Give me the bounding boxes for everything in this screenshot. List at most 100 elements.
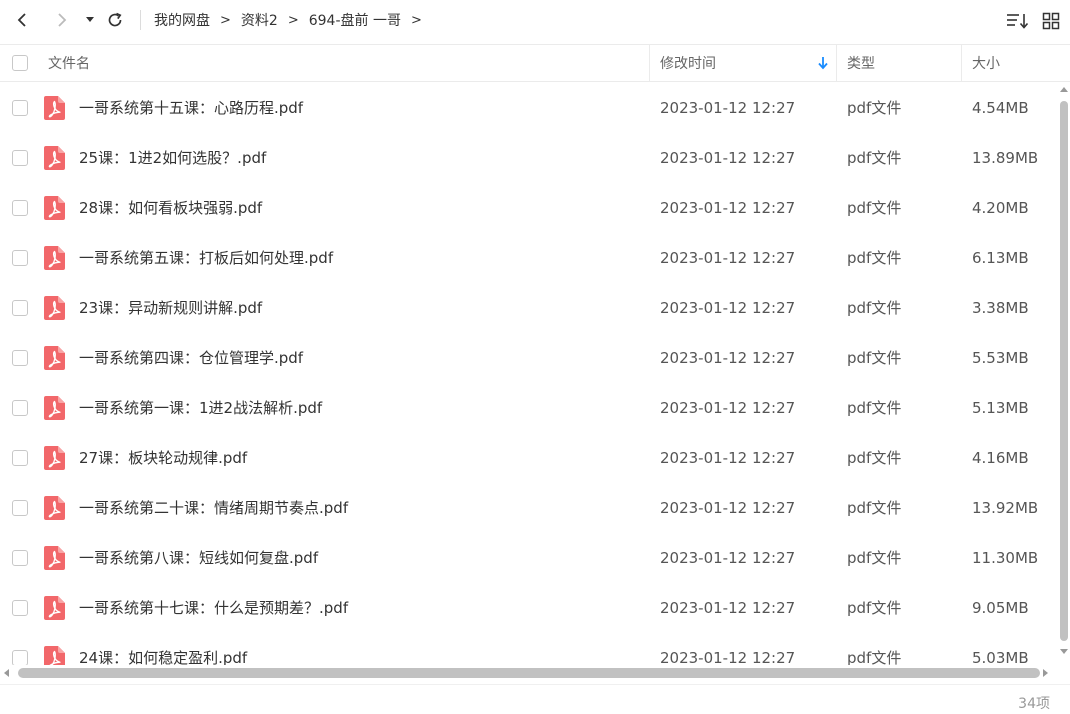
row-checkbox[interactable] bbox=[12, 650, 28, 665]
file-size: 9.05MB bbox=[972, 599, 1029, 617]
grid-view-button[interactable] bbox=[1041, 11, 1061, 31]
row-checkbox[interactable] bbox=[12, 600, 28, 616]
file-row[interactable]: 27课：板块轮动规律.pdf 2023-01-12 12:27 pdf文件 4.16M… bbox=[0, 433, 1058, 483]
pdf-file-icon bbox=[44, 496, 65, 520]
file-row[interactable]: 23课：异动新规则讲解.pdf 2023-01-12 12:27 pdf文件 3.38… bbox=[0, 283, 1058, 333]
file-row[interactable]: 一哥系统第五课：打板后如何处理.pdf 2023-01-12 12:27 pdf文件… bbox=[0, 233, 1058, 283]
file-name[interactable]: 一哥系统第四课：仓位管理学.pdf bbox=[79, 333, 303, 383]
row-checkbox[interactable] bbox=[12, 200, 28, 216]
column-divider[interactable] bbox=[649, 45, 650, 81]
file-name[interactable]: 23课：异动新规则讲解.pdf bbox=[79, 283, 262, 333]
row-checkbox[interactable] bbox=[12, 250, 28, 266]
vertical-scroll-thumb[interactable] bbox=[1060, 101, 1068, 641]
file-row[interactable]: 一哥系统第十五课：心路历程.pdf 2023-01-12 12:27 pdf文件 4.… bbox=[0, 83, 1058, 133]
row-checkbox[interactable] bbox=[12, 400, 28, 416]
horizontal-scrollbar[interactable] bbox=[0, 665, 1058, 681]
row-checkbox[interactable] bbox=[12, 500, 28, 516]
file-list-header: 文件名 修改时间 类型 大小 bbox=[0, 44, 1070, 82]
file-name[interactable]: 一哥系统第五课：打板后如何处理.pdf bbox=[79, 233, 333, 283]
sort-button[interactable] bbox=[1005, 10, 1029, 32]
file-modified-time: 2023-01-12 12:27 bbox=[660, 99, 796, 117]
toolbar-divider bbox=[140, 10, 141, 30]
file-modified-time: 2023-01-12 12:27 bbox=[660, 649, 796, 665]
file-modified-time: 2023-01-12 12:27 bbox=[660, 249, 796, 267]
breadcrumb-separator: > bbox=[220, 12, 231, 28]
breadcrumb-item-root[interactable]: 我的网盘 bbox=[153, 10, 211, 30]
toolbar: 我的网盘 > 资料2 > 694-盘前 一哥 > bbox=[0, 0, 1070, 42]
file-row[interactable]: 一哥系统第四课：仓位管理学.pdf 2023-01-12 12:27 pdf文件 5.… bbox=[0, 333, 1058, 383]
pdf-file-icon bbox=[44, 246, 65, 270]
breadcrumb: 我的网盘 > 资料2 > 694-盘前 一哥 > bbox=[153, 9, 431, 31]
select-all-checkbox[interactable] bbox=[12, 55, 28, 71]
breadcrumb-separator[interactable]: > bbox=[411, 13, 422, 28]
file-name[interactable]: 28课：如何看板块强弱.pdf bbox=[79, 183, 262, 233]
file-name[interactable]: 一哥系统第八课：短线如何复盘.pdf bbox=[79, 533, 318, 583]
scroll-left-arrow-icon[interactable] bbox=[4, 669, 9, 677]
file-size: 5.13MB bbox=[972, 399, 1029, 417]
column-header-modified[interactable]: 修改时间 bbox=[660, 45, 716, 81]
column-header-type[interactable]: 类型 bbox=[847, 45, 875, 81]
file-size: 4.54MB bbox=[972, 99, 1029, 117]
file-name[interactable]: 24课：如何稳定盈利.pdf bbox=[79, 633, 247, 665]
scroll-right-arrow-icon[interactable] bbox=[1043, 669, 1048, 677]
file-name[interactable]: 一哥系统第一课：1进2战法解析.pdf bbox=[79, 383, 322, 433]
file-type: pdf文件 bbox=[847, 99, 902, 117]
file-type: pdf文件 bbox=[847, 249, 902, 267]
row-checkbox[interactable] bbox=[12, 300, 28, 316]
row-checkbox[interactable] bbox=[12, 350, 28, 366]
history-dropdown-button[interactable] bbox=[83, 8, 97, 32]
file-type: pdf文件 bbox=[847, 149, 902, 167]
caret-down-icon bbox=[86, 17, 94, 22]
row-checkbox[interactable] bbox=[12, 100, 28, 116]
breadcrumb-item-current[interactable]: 694-盘前 一哥 bbox=[308, 10, 402, 30]
file-name[interactable]: 一哥系统第二十课：情绪周期节奏点.pdf bbox=[79, 483, 348, 533]
file-modified-time: 2023-01-12 12:27 bbox=[660, 199, 796, 217]
sort-icon bbox=[1007, 14, 1029, 29]
back-button[interactable] bbox=[12, 8, 32, 32]
file-row[interactable]: 一哥系统第一课：1进2战法解析.pdf 2023-01-12 12:27 pdf文件… bbox=[0, 383, 1058, 433]
status-bar: 34项 bbox=[0, 684, 1070, 714]
row-checkbox[interactable] bbox=[12, 150, 28, 166]
file-modified-time: 2023-01-12 12:27 bbox=[660, 499, 796, 517]
file-size: 13.89MB bbox=[972, 149, 1039, 167]
file-row[interactable]: 一哥系统第二十课：情绪周期节奏点.pdf 2023-01-12 12:27 pdf文… bbox=[0, 483, 1058, 533]
file-name[interactable]: 27课：板块轮动规律.pdf bbox=[79, 433, 247, 483]
file-modified-time: 2023-01-12 12:27 bbox=[660, 349, 796, 367]
column-header-size[interactable]: 大小 bbox=[972, 45, 1000, 81]
file-name[interactable]: 一哥系统第十五课：心路历程.pdf bbox=[79, 83, 303, 133]
pdf-file-icon bbox=[44, 646, 65, 665]
file-size: 4.20MB bbox=[972, 199, 1029, 217]
pdf-file-icon bbox=[44, 596, 65, 620]
pdf-file-icon bbox=[44, 146, 65, 170]
refresh-button[interactable] bbox=[104, 8, 126, 32]
horizontal-scroll-thumb[interactable] bbox=[18, 668, 1040, 678]
pdf-file-icon bbox=[44, 396, 65, 420]
forward-button[interactable] bbox=[52, 8, 72, 32]
file-size: 5.53MB bbox=[972, 349, 1029, 367]
file-modified-time: 2023-01-12 12:27 bbox=[660, 449, 796, 467]
column-divider[interactable] bbox=[836, 45, 837, 81]
scroll-down-arrow-icon[interactable] bbox=[1060, 649, 1068, 654]
vertical-scrollbar[interactable] bbox=[1058, 83, 1070, 665]
file-row[interactable]: 一哥系统第十七课：什么是预期差？.pdf 2023-01-12 12:27 pdf文… bbox=[0, 583, 1058, 633]
file-name[interactable]: 25课：1进2如何选股？.pdf bbox=[79, 133, 266, 183]
file-row[interactable]: 28课：如何看板块强弱.pdf 2023-01-12 12:27 pdf文件 4.20… bbox=[0, 183, 1058, 233]
file-row[interactable]: 24课：如何稳定盈利.pdf 2023-01-12 12:27 pdf文件 5.03M… bbox=[0, 633, 1058, 665]
chevron-right-icon bbox=[58, 13, 67, 27]
file-size: 3.38MB bbox=[972, 299, 1029, 317]
file-type: pdf文件 bbox=[847, 399, 902, 417]
column-header-name[interactable]: 文件名 bbox=[48, 45, 90, 81]
file-name[interactable]: 一哥系统第十七课：什么是预期差？.pdf bbox=[79, 583, 348, 633]
row-checkbox[interactable] bbox=[12, 450, 28, 466]
file-type: pdf文件 bbox=[847, 549, 902, 567]
breadcrumb-item-folder[interactable]: 资料2 bbox=[240, 10, 279, 30]
row-checkbox[interactable] bbox=[12, 550, 28, 566]
column-divider[interactable] bbox=[961, 45, 962, 81]
sort-direction-indicator bbox=[817, 45, 829, 81]
file-row[interactable]: 25课：1进2如何选股？.pdf 2023-01-12 12:27 pdf文件 13.… bbox=[0, 133, 1058, 183]
file-row[interactable]: 一哥系统第八课：短线如何复盘.pdf 2023-01-12 12:27 pdf文件 1… bbox=[0, 533, 1058, 583]
pdf-file-icon bbox=[44, 446, 65, 470]
file-modified-time: 2023-01-12 12:27 bbox=[660, 399, 796, 417]
scroll-up-arrow-icon[interactable] bbox=[1060, 87, 1068, 92]
pdf-file-icon bbox=[44, 546, 65, 570]
